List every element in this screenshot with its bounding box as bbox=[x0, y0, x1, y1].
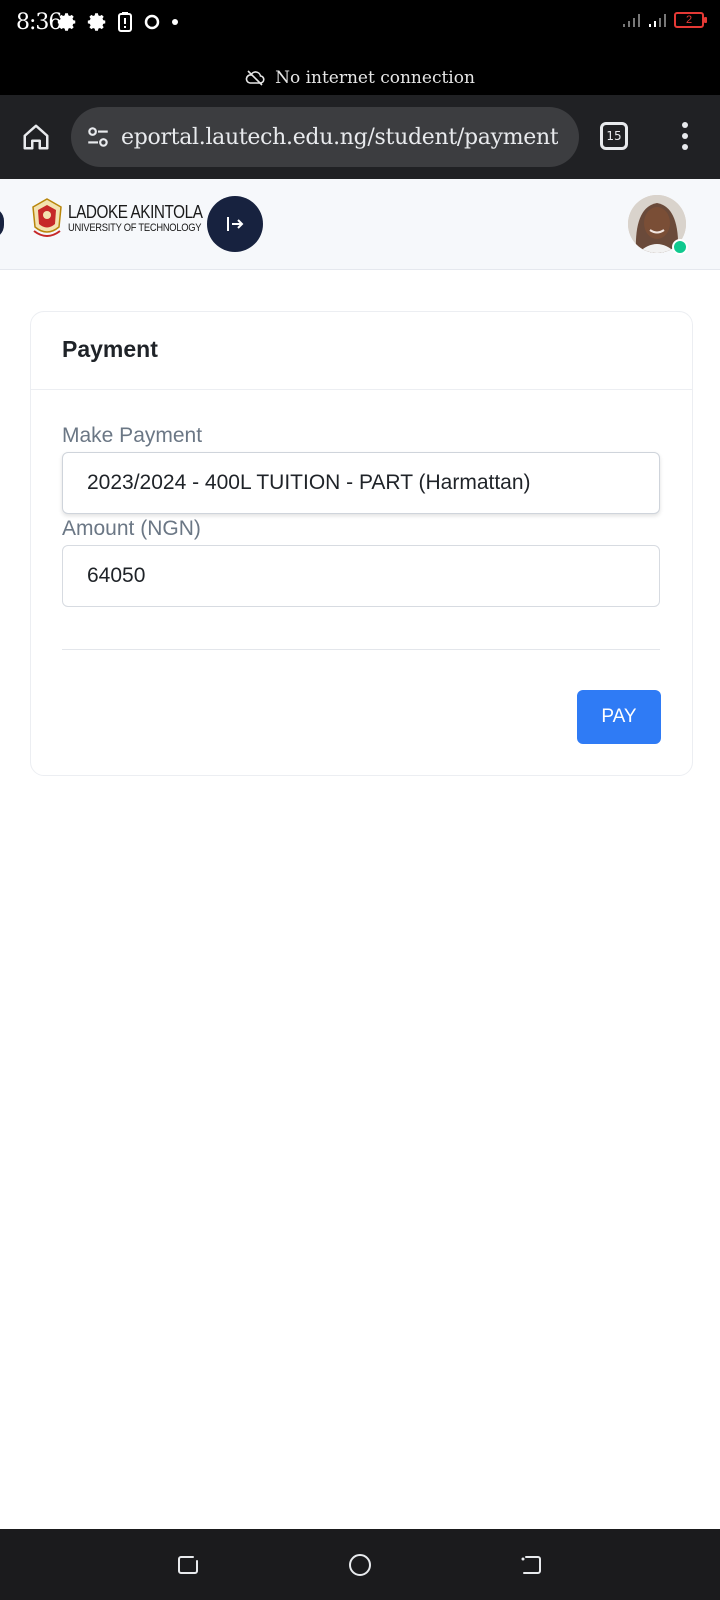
sidebar-toggle-button[interactable] bbox=[207, 196, 263, 252]
dot-icon bbox=[172, 19, 178, 25]
logo-line1: LADOKE AKINTOLA bbox=[68, 201, 203, 222]
home-button[interactable] bbox=[16, 117, 56, 157]
payment-card: Payment Make Payment 2023/2024 - 400L TU… bbox=[30, 311, 693, 776]
home-circle-icon bbox=[349, 1554, 371, 1576]
back-icon bbox=[521, 1556, 541, 1574]
browser-toolbar: eportal.lautech.edu.ng/student/payment 1… bbox=[0, 95, 720, 179]
address-bar[interactable]: eportal.lautech.edu.ng/student/payment bbox=[71, 107, 579, 167]
university-logo[interactable]: LADOKE AKINTOLA UNIVERSITY OF TECHNOLOGY bbox=[30, 197, 226, 239]
make-payment-select[interactable]: 2023/2024 - 400L TUITION - PART (Harmatt… bbox=[62, 452, 660, 514]
status-time: 8:36 bbox=[16, 10, 62, 35]
browser-menu-button[interactable] bbox=[670, 118, 700, 154]
pay-button[interactable]: PAY bbox=[577, 690, 661, 744]
cloud-off-icon bbox=[245, 69, 265, 86]
signal-icon bbox=[623, 14, 640, 27]
user-avatar[interactable] bbox=[628, 195, 688, 255]
card-divider bbox=[31, 389, 692, 390]
recents-button[interactable] bbox=[174, 1551, 202, 1579]
make-payment-label: Make Payment bbox=[62, 424, 203, 447]
logo-line2: UNIVERSITY OF TECHNOLOGY bbox=[68, 221, 202, 234]
card-title: Payment bbox=[62, 336, 158, 362]
url-text[interactable]: eportal.lautech.edu.ng/student/payment bbox=[121, 125, 558, 150]
online-status-dot bbox=[672, 239, 688, 255]
recents-icon bbox=[178, 1556, 198, 1574]
tune-icon bbox=[88, 127, 108, 147]
form-divider bbox=[62, 649, 660, 650]
site-info-button[interactable] bbox=[83, 122, 113, 152]
home-icon bbox=[23, 124, 49, 150]
settings-icon bbox=[57, 13, 76, 31]
status-notification-icons bbox=[56, 11, 180, 33]
settings-icon bbox=[87, 13, 106, 31]
status-system-icons: 2 bbox=[622, 12, 707, 28]
offline-text: No internet connection bbox=[275, 67, 475, 88]
crest-icon bbox=[32, 198, 62, 237]
sync-icon bbox=[144, 14, 160, 30]
offline-banner: No internet connection bbox=[0, 60, 720, 95]
amount-input[interactable]: 64050 bbox=[62, 545, 660, 607]
menu-dot-icon bbox=[682, 144, 688, 150]
signal-icon bbox=[649, 14, 666, 27]
battery-alert-icon bbox=[118, 12, 132, 32]
menu-dot-icon bbox=[682, 122, 688, 128]
back-button[interactable] bbox=[517, 1551, 545, 1579]
site-header: LADOKE AKINTOLA UNIVERSITY OF TECHNOLOGY bbox=[0, 179, 720, 270]
home-nav-button[interactable] bbox=[346, 1551, 374, 1579]
expand-sidebar-icon bbox=[227, 217, 244, 231]
system-nav-bar bbox=[0, 1529, 720, 1600]
sidebar-edge[interactable] bbox=[0, 207, 4, 239]
amount-label: Amount (NGN) bbox=[62, 517, 201, 540]
menu-dot-icon bbox=[682, 133, 688, 139]
tab-switcher-button[interactable]: 15 bbox=[600, 122, 628, 150]
status-bar: 8:36 2 bbox=[0, 0, 720, 60]
battery-indicator: 2 bbox=[674, 12, 707, 28]
